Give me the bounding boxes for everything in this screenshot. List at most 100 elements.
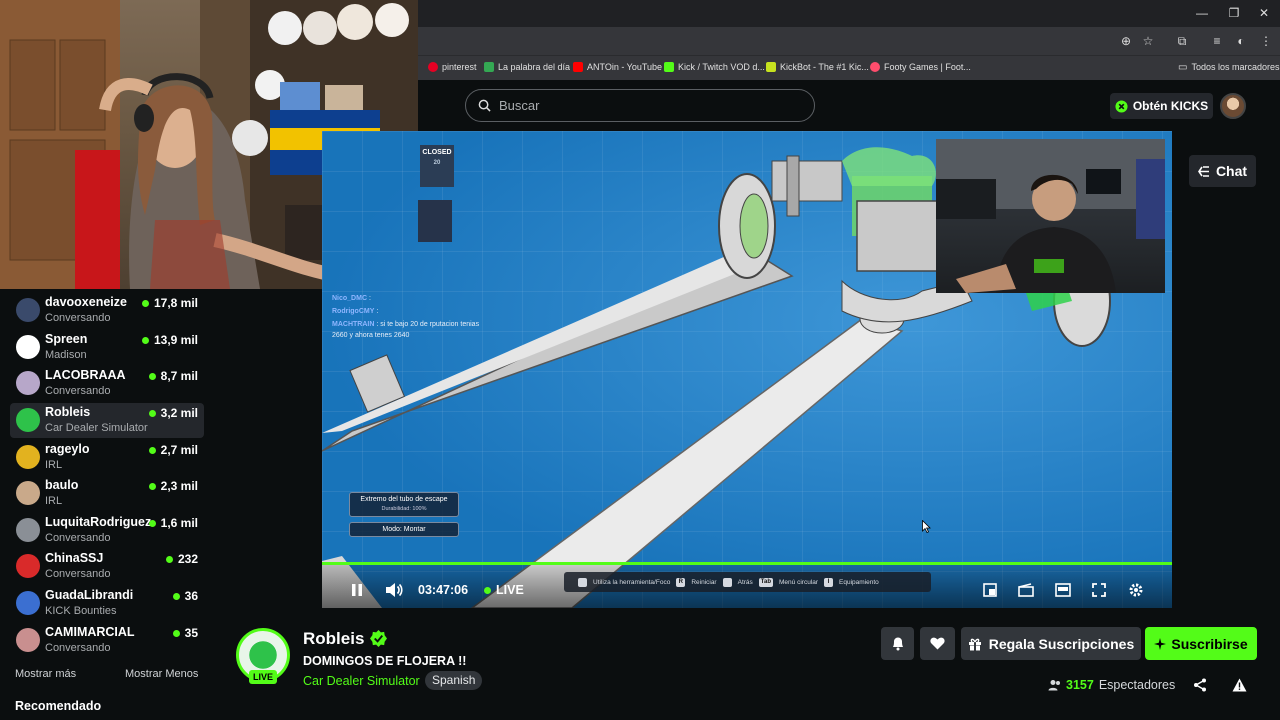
viewer-count: 232 bbox=[165, 552, 198, 566]
gift-subscriptions-button[interactable]: Regala Suscripciones bbox=[961, 627, 1141, 660]
recommended-heading: Recomendado bbox=[15, 699, 102, 713]
live-dot-icon bbox=[148, 372, 156, 380]
viewer-count: 2,7 mil bbox=[148, 443, 198, 457]
avatar bbox=[16, 298, 40, 322]
restore-icon[interactable]: ❐ bbox=[1226, 5, 1242, 21]
verified-badge-icon bbox=[370, 630, 387, 652]
ingame-chat-line: RodrigoCMY : bbox=[332, 308, 379, 315]
live-dot-icon bbox=[141, 299, 149, 307]
player-letterbox bbox=[214, 289, 322, 608]
avatar bbox=[16, 335, 40, 359]
bookmark-favicon-icon bbox=[484, 62, 494, 72]
sparkle-icon bbox=[1154, 637, 1167, 650]
show-less-link[interactable]: Mostrar Menos bbox=[125, 668, 198, 680]
live-dot-icon bbox=[148, 446, 156, 454]
language-tag[interactable]: Spanish bbox=[425, 671, 483, 690]
viewer-count: 17,8 mil bbox=[141, 296, 198, 310]
avatar bbox=[16, 445, 40, 469]
close-icon[interactable]: ✕ bbox=[1256, 5, 1272, 21]
bookmark-kickbot[interactable]: KickBot - The #1 Kic... bbox=[766, 58, 869, 76]
profile-icon[interactable]: ◐ bbox=[1233, 33, 1249, 49]
sidebar-channel-camimarcial[interactable]: CAMIMARCIAL Conversando 35 bbox=[10, 623, 204, 658]
gift-icon bbox=[968, 638, 981, 651]
bookmark-footy[interactable]: Footy Games | Foot... bbox=[870, 58, 971, 76]
avatar bbox=[16, 628, 40, 652]
live-dot-icon bbox=[172, 592, 180, 600]
webcam-scene-right bbox=[936, 139, 1165, 293]
avatar bbox=[16, 481, 40, 505]
notifications-button[interactable] bbox=[881, 627, 914, 660]
mouse-left-icon bbox=[578, 577, 587, 587]
key-tab-icon: Tab bbox=[758, 577, 774, 587]
stream-title: DOMINGOS DE FLOJERA !! bbox=[303, 654, 467, 668]
sidebar-channel-davooxeneize[interactable]: davooxeneize Conversando 17,8 mil bbox=[10, 293, 204, 328]
minimize-icon[interactable]: — bbox=[1194, 5, 1210, 21]
report-warning-icon[interactable] bbox=[1232, 678, 1247, 697]
get-kicks-button[interactable]: Obtén KICKS bbox=[1110, 93, 1213, 119]
sidebar-channel-luquitarodriguez[interactable]: LuquitaRodriguez Conversando 1,6 mil bbox=[10, 513, 204, 548]
user-avatar[interactable] bbox=[1220, 93, 1246, 119]
viewer-count: 13,9 mil bbox=[141, 333, 198, 347]
game-controls-hint-bar: Utiliza la herramienta/Foco R Reiniciar A… bbox=[564, 572, 931, 592]
bookmark-palabra[interactable]: La palabra del día bbox=[484, 58, 570, 76]
sidebar-channel-rageylo[interactable]: rageylo IRL 2,7 mil bbox=[10, 440, 204, 475]
theater-mode-icon[interactable] bbox=[1053, 580, 1073, 600]
viewer-count: 1,6 mil bbox=[148, 516, 198, 530]
live-dot-icon bbox=[148, 482, 156, 490]
bell-icon bbox=[892, 637, 903, 651]
streamer-name[interactable]: Robleis bbox=[303, 629, 364, 649]
clip-icon[interactable] bbox=[1016, 580, 1036, 600]
volume-icon[interactable] bbox=[384, 580, 404, 600]
stream-category-link[interactable]: Car Dealer Simulator bbox=[303, 674, 420, 688]
show-more-link[interactable]: Mostrar más bbox=[15, 668, 76, 680]
menu-dots-icon[interactable]: ⋮ bbox=[1258, 33, 1274, 49]
search-icon bbox=[478, 99, 491, 112]
key-r-icon: R bbox=[676, 577, 686, 587]
video-timestamp: 03:47:06 bbox=[418, 583, 469, 597]
sidebar-channel-chinassj[interactable]: ChinaSSJ Conversando 232 bbox=[10, 549, 204, 584]
all-bookmarks[interactable]: ▭ Todos los marcadores bbox=[1178, 58, 1280, 76]
avatar bbox=[16, 518, 40, 542]
footy-icon bbox=[870, 62, 880, 72]
media-icon[interactable]: ≡ bbox=[1209, 33, 1225, 49]
zoom-icon[interactable]: ⊕ bbox=[1118, 33, 1134, 49]
star-icon[interactable]: ☆ bbox=[1140, 33, 1156, 49]
mini-player-icon[interactable] bbox=[980, 580, 1000, 600]
live-dot-icon bbox=[484, 586, 491, 594]
settings-gear-icon[interactable] bbox=[1126, 580, 1146, 600]
live-dot-icon bbox=[148, 519, 156, 527]
sidebar-channel-spreen[interactable]: Spreen Madison 13,9 mil bbox=[10, 330, 204, 365]
avatar bbox=[16, 371, 40, 395]
sidebar-channel-baulo[interactable]: baulo IRL 2,3 mil bbox=[10, 476, 204, 511]
bookmark-youtube[interactable]: ANTOin - YouTube bbox=[573, 58, 662, 76]
live-indicator[interactable]: LIVE bbox=[484, 583, 524, 597]
fullscreen-icon[interactable] bbox=[1089, 580, 1109, 600]
mouse-right-icon bbox=[722, 577, 732, 587]
bookmark-kick-vod[interactable]: Kick / Twitch VOD d... bbox=[664, 58, 765, 76]
key-i-icon: I bbox=[824, 577, 834, 587]
chat-toggle-button[interactable]: Chat bbox=[1189, 155, 1256, 187]
search-placeholder: Buscar bbox=[499, 98, 540, 113]
viewer-count: 3,2 mil bbox=[148, 406, 198, 420]
mouse-cursor-icon bbox=[922, 519, 931, 538]
subscribe-button[interactable]: Suscribirse bbox=[1145, 627, 1257, 660]
sidebar-channel-lacobraaa[interactable]: LACOBRAAA Conversando 8,7 mil bbox=[10, 366, 204, 401]
avatar bbox=[16, 554, 40, 578]
avatar bbox=[16, 408, 40, 432]
viewers-icon bbox=[1048, 680, 1060, 691]
pause-icon[interactable] bbox=[347, 580, 367, 600]
sidebar-channel-robleis[interactable]: Robleis Car Dealer Simulator 3,2 mil bbox=[10, 403, 204, 438]
mode-info-box: Modo: Montar bbox=[349, 522, 459, 537]
sidebar-channel-guadalibrandi[interactable]: GuadaLibrandi KICK Bounties 36 bbox=[10, 586, 204, 621]
ingame-chat-line: MACHTRAIN : si te bajo 20 de rputacion t… bbox=[332, 321, 480, 328]
extensions-icon[interactable]: ⧉ bbox=[1174, 33, 1190, 49]
kickbot-icon bbox=[766, 62, 776, 72]
live-badge: LIVE bbox=[249, 670, 277, 684]
ingame-chat-line: Nico_DMC : bbox=[332, 295, 371, 302]
live-dot-icon bbox=[148, 409, 156, 417]
streamer-webcam-right bbox=[936, 139, 1165, 293]
search-input[interactable]: Buscar bbox=[465, 89, 815, 122]
follow-button[interactable] bbox=[920, 627, 955, 660]
bookmark-pinterest[interactable]: pinterest bbox=[428, 58, 477, 76]
share-icon[interactable] bbox=[1193, 678, 1207, 697]
